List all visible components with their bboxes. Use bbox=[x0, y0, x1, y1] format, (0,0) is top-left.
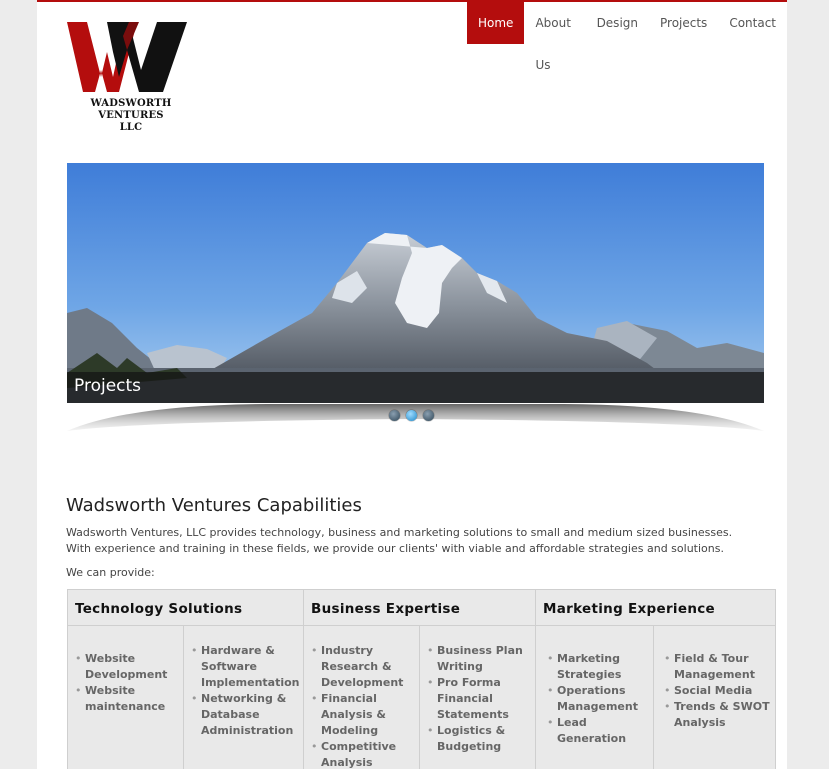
capability-marketing: Marketing Experience Marketing Strategie… bbox=[536, 590, 775, 769]
page-container: WADSWORTH VENTURES LLC Home About Us Des… bbox=[37, 0, 787, 769]
list-item: Logistics & Budgeting bbox=[427, 723, 535, 755]
capability-list-right: Business Plan Writing Pro Forma Financia… bbox=[419, 626, 535, 769]
list-item: Business Plan Writing bbox=[427, 643, 535, 675]
list-item: Marketing Strategies bbox=[547, 651, 653, 683]
capability-list-left: Marketing Strategies Operations Manageme… bbox=[536, 626, 653, 769]
list-item: Hardware & Software Implementation bbox=[191, 643, 303, 691]
list-item: Industry Research & Development bbox=[311, 643, 419, 691]
hero-slider[interactable]: Projects bbox=[67, 163, 764, 403]
logo-text-line1: WADSWORTH bbox=[90, 98, 172, 109]
list-item: Competitive Analysis bbox=[311, 739, 419, 769]
logo-text-line2: VENTURES bbox=[98, 110, 164, 121]
slide-caption: Projects bbox=[74, 376, 142, 396]
list-item: Financial Analysis & Modeling bbox=[311, 691, 419, 739]
nav-about-us[interactable]: About Us bbox=[524, 2, 585, 72]
slide-caption-bar: Projects bbox=[67, 372, 764, 403]
capability-list-right: Field & Tour Management Social Media Tre… bbox=[653, 626, 775, 769]
list-item: Website Development bbox=[75, 651, 183, 683]
list-item: Operations Management bbox=[547, 683, 653, 715]
slider-pagination bbox=[389, 410, 434, 421]
nav-home[interactable]: Home bbox=[467, 2, 525, 44]
slider-dot-1[interactable] bbox=[389, 410, 400, 421]
capability-list-left: Industry Research & Development Financia… bbox=[304, 626, 419, 769]
list-item: Pro Forma Financial Statements bbox=[427, 675, 535, 723]
capabilities-table: Technology Solutions Website Development… bbox=[67, 589, 776, 769]
slider-dot-3[interactable] bbox=[423, 410, 434, 421]
mountain-image bbox=[67, 163, 764, 403]
nav-contact[interactable]: Contact bbox=[718, 2, 787, 44]
capability-list-left: Website Development Website maintenance bbox=[68, 626, 183, 769]
list-item: Networking & Database Administration bbox=[191, 691, 303, 739]
capability-list-right: Hardware & Software Implementation Netwo… bbox=[183, 626, 303, 769]
nav-projects[interactable]: Projects bbox=[649, 2, 718, 44]
logo[interactable]: WADSWORTH VENTURES LLC bbox=[67, 22, 187, 137]
capability-technology: Technology Solutions Website Development… bbox=[68, 590, 304, 769]
capability-business: Business Expertise Industry Research & D… bbox=[304, 590, 536, 769]
provide-label: We can provide: bbox=[66, 566, 155, 579]
list-item: Lead Generation bbox=[547, 715, 653, 747]
slider-dot-2[interactable] bbox=[406, 410, 417, 421]
logo-text-line3: LLC bbox=[119, 122, 143, 133]
intro-paragraph: Wadsworth Ventures, LLC provides technol… bbox=[66, 526, 733, 555]
list-item: Social Media bbox=[664, 683, 775, 699]
nav-design[interactable]: Design bbox=[586, 2, 649, 44]
page-heading: Wadsworth Ventures Capabilities bbox=[66, 495, 362, 516]
logo-text: WADSWORTH VENTURES LLC bbox=[67, 98, 195, 134]
logo-w-mark bbox=[67, 22, 187, 92]
list-item: Field & Tour Management bbox=[664, 651, 775, 683]
list-item: Website maintenance bbox=[75, 683, 183, 715]
main-nav: Home About Us Design Projects Contact bbox=[467, 2, 787, 72]
capability-title: Technology Solutions bbox=[68, 590, 303, 626]
list-item: Trends & SWOT Analysis bbox=[664, 699, 775, 731]
capability-title: Business Expertise bbox=[304, 590, 535, 626]
capability-title: Marketing Experience bbox=[536, 590, 775, 626]
